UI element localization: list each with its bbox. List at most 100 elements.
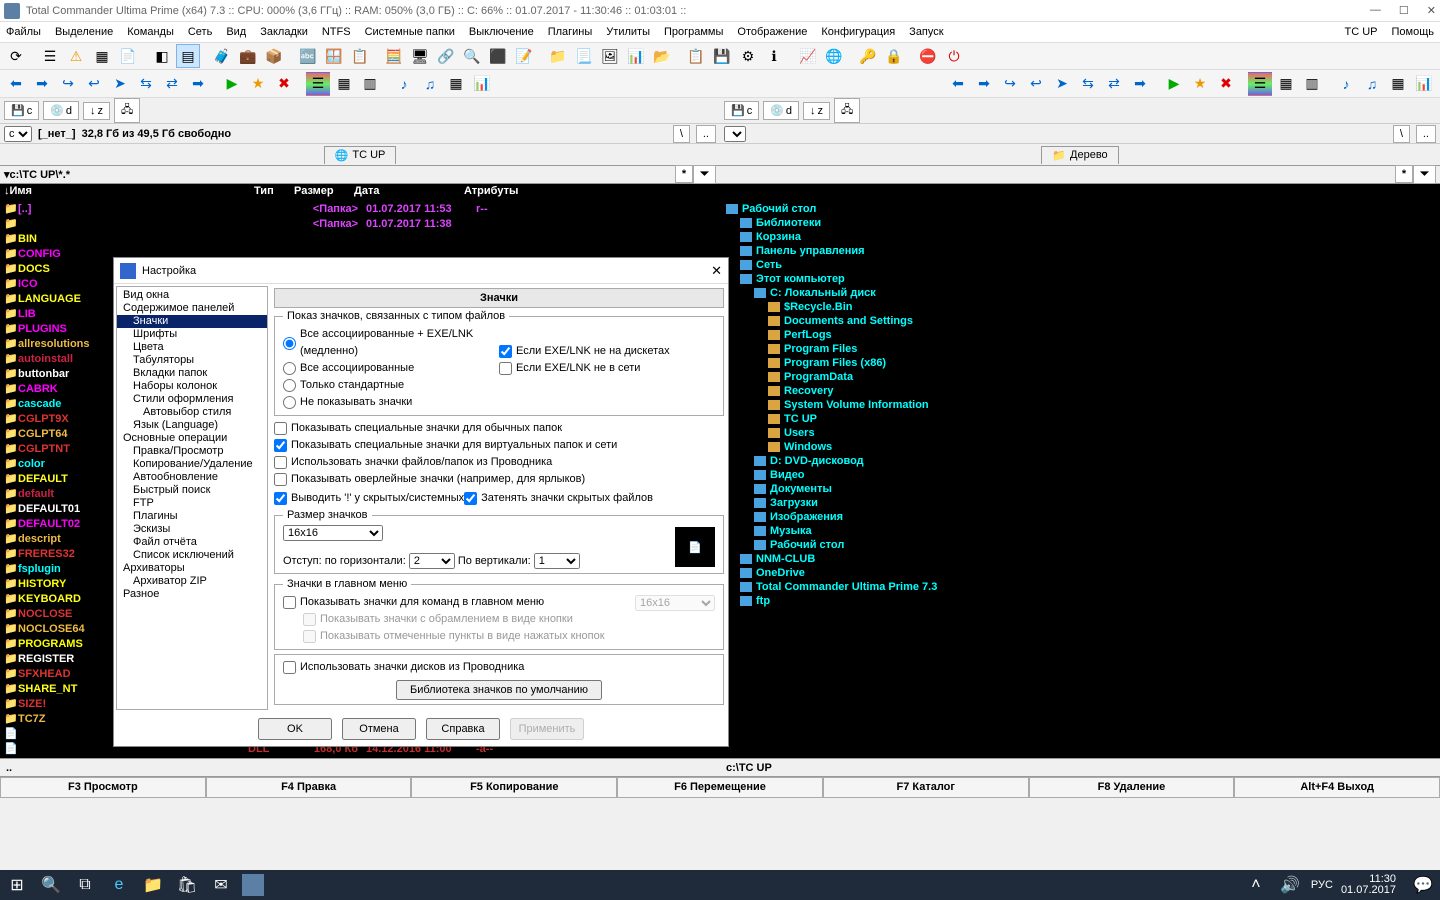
- tray-clock[interactable]: 11:3001.07.2017: [1341, 874, 1402, 896]
- settings-checkbox[interactable]: Показывать специальные значки для обычны…: [274, 420, 724, 437]
- root-button[interactable]: \: [1393, 125, 1410, 143]
- desktop-icon[interactable]: 🖥: [408, 44, 432, 68]
- nav-icon[interactable]: ↩: [1024, 72, 1048, 96]
- gear-icon[interactable]: ⚙: [736, 44, 760, 68]
- back-icon[interactable]: ⬅: [946, 72, 970, 96]
- settings-tree-item[interactable]: Правка/Просмотр: [117, 445, 267, 458]
- menu-item[interactable]: NTFS: [322, 26, 351, 38]
- nav-icon[interactable]: ⇄: [1102, 72, 1126, 96]
- check-explorer-drives[interactable]: Использовать значки дисков из Проводника: [283, 659, 715, 676]
- menu-item[interactable]: Закладки: [260, 26, 308, 38]
- table-icon[interactable]: 📊: [624, 44, 648, 68]
- file-row[interactable]: 📁BIN: [0, 232, 720, 247]
- grid-icon[interactable]: ▦: [1386, 72, 1410, 96]
- table-icon[interactable]: ▦: [332, 72, 356, 96]
- notepad-icon[interactable]: 📝: [512, 44, 536, 68]
- grid-icon[interactable]: ▦: [444, 72, 468, 96]
- radio-all-exe[interactable]: Все ассоциированные + EXE/LNK (медленно): [283, 326, 499, 360]
- taskview-icon[interactable]: ⧉: [72, 872, 98, 898]
- share-icon[interactable]: 🔗: [434, 44, 458, 68]
- settings-tree-item[interactable]: Стили оформления: [117, 393, 267, 406]
- search-icon[interactable]: 🔍: [38, 872, 64, 898]
- terminal-icon[interactable]: ⬛: [486, 44, 510, 68]
- play-icon[interactable]: ▶: [220, 72, 244, 96]
- tree-item[interactable]: Панель управления: [720, 244, 1440, 258]
- music-icon[interactable]: ♫: [418, 72, 442, 96]
- columns-icon[interactable]: ▥: [1300, 72, 1324, 96]
- columns-icon[interactable]: ▥: [358, 72, 382, 96]
- lock-icon[interactable]: 🔒: [882, 44, 906, 68]
- cancel-button[interactable]: Отмена: [342, 718, 416, 740]
- tree-item[interactable]: ftp: [720, 594, 1440, 608]
- tree-item[interactable]: C: Локальный диск: [720, 286, 1440, 300]
- tree-item[interactable]: Сеть: [720, 258, 1440, 272]
- forward-icon[interactable]: ➡: [972, 72, 996, 96]
- settings-tree-item[interactable]: Файл отчёта: [117, 536, 267, 549]
- fkey-button[interactable]: F8 Удаление: [1029, 777, 1235, 798]
- right-panel[interactable]: Рабочий столБиблиотекиКорзинаПанель упра…: [720, 202, 1440, 758]
- power-icon[interactable]: ⏻: [942, 44, 966, 68]
- check-menu-icons[interactable]: Показывать значки для команд в главном м…: [283, 594, 544, 611]
- settings-checkbox[interactable]: Показывать оверлейные значки (например, …: [274, 471, 724, 488]
- fav-button[interactable]: *: [1395, 165, 1413, 183]
- nav-icon[interactable]: ⇆: [134, 72, 158, 96]
- tree-item[interactable]: Видео: [720, 468, 1440, 482]
- icon-size-select[interactable]: 16x16: [283, 525, 383, 541]
- settings-tree-item[interactable]: FTP: [117, 497, 267, 510]
- settings-tree-item[interactable]: Цвета: [117, 341, 267, 354]
- panel-icon[interactable]: ▤: [176, 44, 200, 68]
- task-icon[interactable]: 📋: [684, 44, 708, 68]
- menu-item[interactable]: TC UP: [1345, 26, 1378, 38]
- default-library-button[interactable]: Библиотека значков по умолчанию: [396, 680, 602, 700]
- settings-tree-item[interactable]: Копирование/Удаление: [117, 458, 267, 471]
- drive-d-button[interactable]: 💿 d: [763, 101, 799, 120]
- bars-icon[interactable]: 📊: [1412, 72, 1436, 96]
- nav-icon[interactable]: ➤: [108, 72, 132, 96]
- tree-item[interactable]: Корзина: [720, 230, 1440, 244]
- menu-item[interactable]: Плагины: [548, 26, 593, 38]
- settings-checkbox[interactable]: Показывать специальные значки для виртуа…: [274, 437, 724, 454]
- font-icon[interactable]: 🔤: [296, 44, 320, 68]
- path-left[interactable]: ▾c:\TC UP\*.*: [4, 168, 70, 181]
- info-icon[interactable]: ℹ: [762, 44, 786, 68]
- rows-icon[interactable]: ☰: [306, 72, 330, 96]
- check-not-network[interactable]: Если EXE/LNK не в сети: [499, 360, 715, 377]
- settings-tree[interactable]: Вид окнаСодержимое панелейЗначкиШрифтыЦв…: [116, 286, 268, 710]
- tree-item[interactable]: Program Files: [720, 342, 1440, 356]
- drive-c-button[interactable]: 💾 c: [4, 101, 39, 120]
- key-icon[interactable]: 🔑: [856, 44, 880, 68]
- explorer-icon[interactable]: 📁: [140, 872, 166, 898]
- tree-item[interactable]: Загрузки: [720, 496, 1440, 510]
- menu-item[interactable]: Системные папки: [365, 26, 455, 38]
- drive-d-button[interactable]: 💿 d: [43, 101, 79, 120]
- tree-item[interactable]: Total Commander Ultima Prime 7.3: [720, 580, 1440, 594]
- music-icon[interactable]: ♫: [1360, 72, 1384, 96]
- nav-icon[interactable]: ↪: [998, 72, 1022, 96]
- nav-icon[interactable]: ↩: [82, 72, 106, 96]
- star-icon[interactable]: ★: [246, 72, 270, 96]
- tree-item[interactable]: Documents and Settings: [720, 314, 1440, 328]
- panel-icon[interactable]: ◧: [150, 44, 174, 68]
- settings-tree-item[interactable]: Табуляторы: [117, 354, 267, 367]
- settings-checkbox[interactable]: Использовать значки файлов/папок из Пров…: [274, 454, 724, 471]
- settings-tree-item[interactable]: Наборы колонок: [117, 380, 267, 393]
- forward-icon[interactable]: ➡: [30, 72, 54, 96]
- help-button[interactable]: Справка: [426, 718, 500, 740]
- grid-icon[interactable]: ▦: [90, 44, 114, 68]
- store-icon[interactable]: 🛍: [174, 872, 200, 898]
- root-button[interactable]: \: [673, 125, 690, 143]
- settings-tree-item[interactable]: Список исключений: [117, 549, 267, 562]
- tree-item[interactable]: Изображения: [720, 510, 1440, 524]
- menu-item[interactable]: Команды: [127, 26, 174, 38]
- settings-tree-item[interactable]: Язык (Language): [117, 419, 267, 432]
- tree-item[interactable]: $Recycle.Bin: [720, 300, 1440, 314]
- minimize-button[interactable]: —: [1370, 4, 1381, 17]
- briefcase-icon[interactable]: 💼: [236, 44, 260, 68]
- nav-icon[interactable]: ➡: [1128, 72, 1152, 96]
- nav-icon[interactable]: ⇆: [1076, 72, 1100, 96]
- notifications-icon[interactable]: 💬: [1410, 872, 1436, 898]
- tree-item[interactable]: Библиотеки: [720, 216, 1440, 230]
- settings-tree-item[interactable]: Эскизы: [117, 523, 267, 536]
- start-button[interactable]: ⊞: [4, 872, 30, 898]
- close-icon[interactable]: ✖: [272, 72, 296, 96]
